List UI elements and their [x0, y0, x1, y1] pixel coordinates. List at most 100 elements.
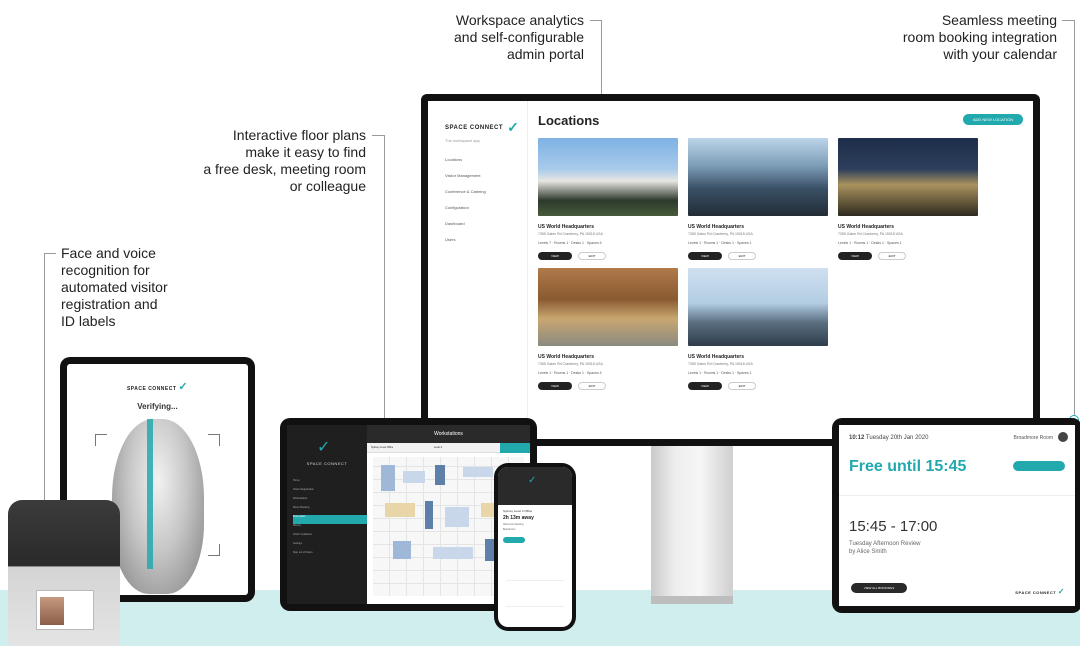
nav-item-active[interactable]: Floor plans	[293, 515, 367, 524]
shortcut-tile[interactable]	[535, 593, 564, 607]
workstations-title: Workstations	[367, 425, 530, 443]
label-printer	[8, 500, 120, 646]
desk-cluster[interactable]	[381, 465, 395, 491]
brand-subtitle: The workspace app	[445, 138, 480, 143]
brand-logo: SPACE CONNECT ✓	[1015, 587, 1065, 596]
view-button[interactable]: VIEW	[538, 252, 572, 260]
monitor-stand	[651, 446, 733, 603]
nav-item[interactable]: Visitor Registration	[293, 488, 367, 497]
next-booking-title: Tuesday Afternoon Review	[849, 541, 921, 547]
edit-button[interactable]: EDIT	[728, 252, 756, 260]
admin-nav: Locations Visitor Management Conference …	[445, 157, 527, 242]
room-block[interactable]	[463, 467, 493, 477]
workstation-sidebar: ✓ SPACE CONNECT Home Visitor Registratio…	[287, 425, 367, 604]
mobile-action-button[interactable]	[503, 537, 525, 543]
nav-item[interactable]: Settings	[293, 542, 367, 551]
location-stats: Levels 1 · Rooms 1 · Desks 1 · Spaces 1	[688, 371, 752, 375]
view-button[interactable]: VIEW	[688, 382, 722, 390]
desk-cluster[interactable]	[393, 541, 411, 559]
view-button[interactable]: VIEW	[838, 252, 872, 260]
edit-button[interactable]: EDIT	[878, 252, 906, 260]
page-title: Locations	[538, 113, 600, 128]
room-block[interactable]	[403, 471, 425, 483]
building-photo	[538, 138, 678, 216]
room-name: Broadmore Room	[1013, 435, 1053, 441]
admin-main: Locations ADD NEW LOCATION US World Head…	[528, 101, 1033, 439]
callout-connector	[1074, 20, 1075, 420]
nav-item[interactable]: Room Booking	[293, 506, 367, 515]
nav-item[interactable]: Rooms	[293, 524, 367, 533]
checkmark-logo-icon: ✓	[317, 439, 331, 456]
callout-floorplans: Interactive floor plans make it easy to …	[160, 127, 366, 195]
mobile-shortcuts	[506, 567, 564, 607]
nav-item-dashboard[interactable]: Dashboard	[445, 221, 527, 226]
desktop-monitor: SPACE CONNECT ✓ The workspace app Locati…	[421, 94, 1040, 446]
callout-analytics: Workspace analytics and self-configurabl…	[426, 12, 584, 63]
nav-item-locations[interactable]: Locations	[445, 157, 527, 162]
view-button[interactable]: VIEW	[688, 252, 722, 260]
mobile-screen: ✓ Sydney Level 3 Office 2h 13m away Afte…	[498, 467, 572, 627]
room-booking-display: 10:12 Tuesday 20th Jan 2020 Broadmore Ro…	[832, 418, 1080, 613]
view-bookings-button[interactable]: VIEW ALL BOOKINGS	[851, 583, 907, 593]
divider	[839, 495, 1075, 496]
callout-line: Interactive floor plans	[232, 127, 366, 143]
mobile-phone: ✓ Sydney Level 3 Office 2h 13m away Afte…	[494, 463, 576, 631]
room-block[interactable]	[433, 547, 473, 559]
location-card: US World Headquarters 7355 Galen Rd Cran…	[538, 268, 678, 390]
building-photo	[538, 268, 678, 346]
callout-line: or colleague	[289, 178, 366, 194]
shortcut-tile[interactable]	[535, 567, 564, 581]
location-name: US World Headquarters	[838, 224, 895, 230]
callout-line: recognition for	[61, 262, 150, 278]
nav-item-users[interactable]: Users	[445, 237, 527, 242]
face-scan-image	[112, 419, 204, 594]
search-button[interactable]	[500, 443, 530, 453]
edit-button[interactable]: EDIT	[578, 252, 606, 260]
shortcut-tile[interactable]	[506, 593, 535, 607]
desk-cluster[interactable]	[425, 501, 433, 529]
nav-item-conference-catering[interactable]: Conference & Catering	[445, 189, 527, 194]
office-filter[interactable]: Sydney Level Office	[371, 446, 393, 449]
checkmark-logo-icon: ✓	[507, 119, 520, 135]
add-location-button[interactable]: ADD NEW LOCATION	[962, 114, 1023, 125]
location-grid: US World Headquarters 7355 Galen Rd Cran…	[538, 138, 1023, 390]
nav-item-configuration[interactable]: Configuration	[445, 205, 527, 210]
edit-button[interactable]: EDIT	[728, 382, 756, 390]
callout-line: a free desk, meeting room	[203, 161, 366, 177]
callout-line: automated visitor	[61, 279, 168, 295]
filter-bar[interactable]: Sydney Level Office Level 3	[367, 443, 530, 453]
level-filter[interactable]: Level 3	[434, 446, 442, 449]
building-photo	[688, 138, 828, 216]
book-now-button[interactable]	[1013, 461, 1065, 471]
checkmark-logo-icon: ✓	[178, 381, 189, 393]
callout-line: Face and voice	[61, 245, 156, 261]
mobile-event: Afternoon Meeting	[503, 523, 524, 526]
callout-line: Workspace analytics	[455, 12, 584, 28]
nav-item[interactable]: Visitor Invitations	[293, 533, 367, 542]
location-name: US World Headquarters	[688, 224, 745, 230]
desk-cluster[interactable]	[435, 465, 445, 485]
nav-item-visitor-management[interactable]: Visitor Management	[445, 173, 527, 178]
callout-line: and self-configurable	[454, 29, 584, 45]
callout-connector	[44, 253, 45, 515]
room-date: Tuesday 20th Jan 2020	[865, 435, 929, 441]
nav-item[interactable]: Home	[293, 479, 367, 488]
nav-item[interactable]: Workstations	[293, 497, 367, 506]
visitor-id-label	[36, 590, 94, 630]
brand-logo: SPACE CONNECT ✓	[67, 380, 248, 393]
shortcut-tile[interactable]	[506, 567, 535, 581]
room-block[interactable]	[445, 507, 469, 527]
nav-item[interactable]: Sign out of Floors	[293, 551, 367, 560]
location-name: US World Headquarters	[538, 224, 595, 230]
admin-sidebar: SPACE CONNECT ✓ The workspace app Locati…	[428, 101, 528, 439]
next-booking-time: 15:45 - 17:00	[849, 518, 938, 535]
scan-line	[147, 419, 153, 569]
room-block[interactable]	[385, 503, 415, 517]
location-card: US World Headquarters 7355 Galen Rd Cran…	[688, 138, 828, 260]
room-screen: 10:12 Tuesday 20th Jan 2020 Broadmore Ro…	[839, 425, 1075, 606]
building-photo	[838, 138, 978, 216]
mobile-location: Sydney Level 3 Office	[503, 509, 533, 513]
room-datetime: 10:12 Tuesday 20th Jan 2020	[849, 435, 928, 441]
edit-button[interactable]: EDIT	[578, 382, 606, 390]
view-button[interactable]: VIEW	[538, 382, 572, 390]
